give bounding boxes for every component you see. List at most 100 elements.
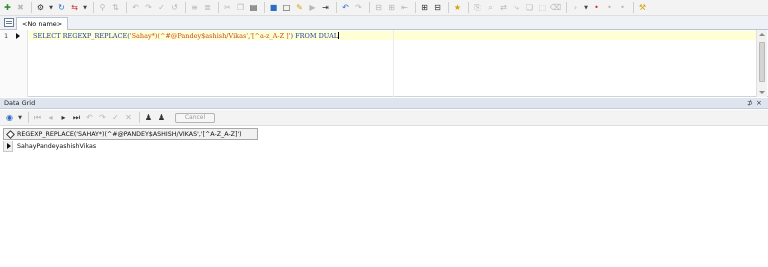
sql-keyword-select: SELECT bbox=[33, 32, 61, 40]
toolbar-separator bbox=[415, 2, 416, 13]
format-icon[interactable]: ≡ bbox=[189, 2, 200, 13]
indent-icon[interactable]: ⇥ bbox=[320, 2, 331, 13]
bookmark-icon[interactable]: ★ bbox=[452, 2, 463, 13]
select-all-icon[interactable] bbox=[6, 130, 15, 139]
settings-dropdown-icon[interactable]: ▼ bbox=[48, 2, 54, 13]
next-record-icon[interactable]: ▸ bbox=[58, 112, 69, 123]
toolbar-separator bbox=[139, 112, 140, 123]
stop-icon[interactable]: • bbox=[591, 2, 602, 13]
table-cell[interactable]: SahayPandeyashishVikas bbox=[17, 142, 96, 151]
main-toolbar: ✚ ✖ ⚙ ▼ ↻ ⇆ ▼ ⚲ ⇅ ↶ ↷ ✓ ↺ ≡ ≣ ✂ ❐ ▤ ■ □ … bbox=[0, 0, 768, 16]
text-view-icon[interactable]: ⊟ bbox=[432, 2, 443, 13]
toolbar-separator bbox=[218, 2, 219, 13]
disconnect-icon[interactable]: ✖ bbox=[15, 2, 26, 13]
prev-record-icon[interactable]: ◂ bbox=[45, 112, 56, 123]
sql-editor[interactable]: 1 SELECT REGEXP_REPLACE('Sahay*)(^#@Pand… bbox=[0, 30, 768, 97]
delete-record-icon[interactable]: ↷ bbox=[97, 112, 108, 123]
document-tab-bar: <No name> bbox=[0, 16, 768, 30]
run-icon[interactable]: ▶ bbox=[307, 2, 318, 13]
grid-options-icon[interactable]: ◉ bbox=[4, 112, 15, 123]
tab-no-name[interactable]: <No name> bbox=[16, 17, 69, 30]
tools-icon[interactable]: ⚒ bbox=[637, 2, 648, 13]
pause-icon[interactable]: • bbox=[604, 2, 615, 13]
find-icon[interactable]: ⌕ bbox=[485, 2, 496, 13]
explain-icon[interactable]: ✎ bbox=[294, 2, 305, 13]
save-icon[interactable]: ■ bbox=[268, 2, 279, 13]
toolbar-separator bbox=[126, 2, 127, 13]
paste-icon[interactable]: ▤ bbox=[248, 2, 259, 13]
more-icon[interactable]: › bbox=[570, 2, 581, 13]
copy-icon[interactable]: ❐ bbox=[235, 2, 246, 13]
clear-icon[interactable]: ⌫ bbox=[550, 2, 561, 13]
settings-icon[interactable]: ⚙ bbox=[35, 2, 46, 13]
new-connection-icon[interactable]: ✚ bbox=[2, 2, 13, 13]
last-record-icon[interactable]: ⏭ bbox=[71, 112, 82, 123]
post-icon[interactable]: ✓ bbox=[110, 112, 121, 123]
cut-icon[interactable]: ✂ bbox=[222, 2, 233, 13]
sql-code-line[interactable]: SELECT REGEXP_REPLACE('Sahay*)(^#@Pandey… bbox=[33, 32, 340, 40]
sql-function-name: REGEXP_REPLACE bbox=[62, 32, 128, 40]
undo-icon[interactable]: ↶ bbox=[130, 2, 141, 13]
grid-view-icon[interactable]: ⊞ bbox=[419, 2, 430, 13]
transaction-dropdown-icon[interactable]: ▼ bbox=[82, 2, 88, 13]
grid-header-row: REGEXP_REPLACE('SAHAY*)(^#@PANDEY$ASHISH… bbox=[3, 128, 258, 140]
toolbar-separator bbox=[468, 2, 469, 13]
redo-edit-icon[interactable]: ↷ bbox=[353, 2, 364, 13]
results-grid[interactable]: REGEXP_REPLACE('SAHAY*)(^#@PANDEY$ASHISH… bbox=[0, 127, 768, 267]
line-number: 1 bbox=[4, 32, 8, 40]
row-indicator-icon[interactable] bbox=[3, 141, 13, 152]
undo-edit-icon[interactable]: ↶ bbox=[340, 2, 351, 13]
current-line-marker-icon bbox=[16, 33, 20, 39]
rollback-icon[interactable]: ↺ bbox=[169, 2, 180, 13]
reconnect-icon[interactable]: ↻ bbox=[56, 2, 67, 13]
more-dropdown-icon[interactable]: ▼ bbox=[583, 2, 589, 13]
editor-vertical-scrollbar[interactable] bbox=[756, 30, 767, 97]
filter-icon[interactable]: ⚲ bbox=[97, 2, 108, 13]
refresh-icon[interactable]: ✕ bbox=[123, 112, 134, 123]
export-icon[interactable]: ⎘ bbox=[472, 2, 483, 13]
new-icon[interactable]: □ bbox=[281, 2, 292, 13]
group-icon[interactable]: ♟ bbox=[156, 112, 167, 123]
redo-icon[interactable]: ↷ bbox=[143, 2, 154, 13]
right-margin-line bbox=[393, 30, 394, 97]
grid-options-dropdown-icon[interactable]: ▼ bbox=[17, 112, 23, 123]
uncomment-icon[interactable]: ⊞ bbox=[386, 2, 397, 13]
document-list-icon[interactable] bbox=[4, 18, 14, 27]
sql-string-source: 'Sahay*)(^#@Pandey$ashish/Vikas' bbox=[129, 32, 249, 40]
goto-icon[interactable]: ⤷ bbox=[511, 2, 522, 13]
commit-icon[interactable]: ✓ bbox=[156, 2, 167, 13]
toolbar-separator bbox=[336, 2, 337, 13]
select-block-icon[interactable]: ⬚ bbox=[537, 2, 548, 13]
user-icon[interactable]: ♟ bbox=[143, 112, 154, 123]
data-grid-title: Data Grid bbox=[4, 99, 36, 107]
toolbar-separator bbox=[369, 2, 370, 13]
data-grid-panel-header: Data Grid ⊅ × bbox=[0, 98, 768, 109]
line-gutter: 1 bbox=[0, 30, 28, 97]
insert-record-icon[interactable]: ↶ bbox=[84, 112, 95, 123]
sql-string-pattern: '[^a-z_A-Z ]' bbox=[250, 32, 291, 40]
sort-icon[interactable]: ⇅ bbox=[110, 2, 121, 13]
outdent-icon[interactable]: ⇤ bbox=[399, 2, 410, 13]
sql-keyword-from: FROM bbox=[295, 32, 317, 40]
first-record-icon[interactable]: ⏮ bbox=[32, 112, 43, 123]
transaction-icon[interactable]: ⇆ bbox=[69, 2, 80, 13]
replace-icon[interactable]: ⇄ bbox=[498, 2, 509, 13]
comment-icon[interactable]: ⊟ bbox=[373, 2, 384, 13]
toolbar-separator bbox=[264, 2, 265, 13]
scroll-down-icon[interactable] bbox=[759, 91, 765, 94]
toolbar-separator bbox=[185, 2, 186, 13]
text-caret bbox=[338, 32, 340, 39]
step-icon[interactable]: • bbox=[617, 2, 628, 13]
cancel-button[interactable]: Cancel bbox=[175, 112, 215, 123]
sql-table-dual: DUAL bbox=[318, 32, 339, 40]
scroll-thumb[interactable] bbox=[759, 42, 765, 82]
grid-toolbar: ◉ ▼ ⏮ ◂ ▸ ⏭ ↶ ↷ ✓ ✕ ♟ ♟ Cancel bbox=[0, 110, 768, 126]
scroll-up-icon[interactable] bbox=[759, 33, 765, 36]
copy-block-icon[interactable]: ❏ bbox=[524, 2, 535, 13]
column-header[interactable]: REGEXP_REPLACE('SAHAY*)(^#@PANDEY$ASHISH… bbox=[17, 130, 242, 139]
sql-close-paren: ) bbox=[290, 32, 294, 40]
close-icon[interactable]: × bbox=[756, 99, 762, 108]
unformat-icon[interactable]: ≣ bbox=[202, 2, 213, 13]
table-row[interactable]: SahayPandeyashishVikas bbox=[3, 141, 258, 152]
pin-icon[interactable]: ⊅ bbox=[747, 99, 753, 108]
